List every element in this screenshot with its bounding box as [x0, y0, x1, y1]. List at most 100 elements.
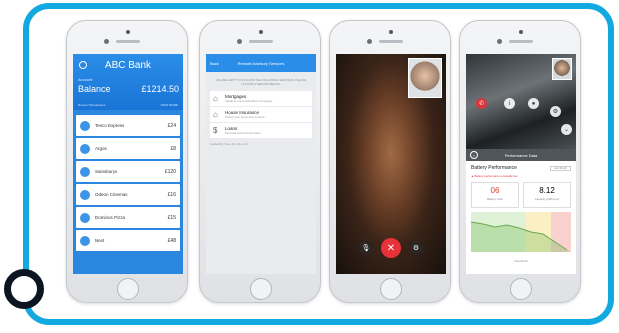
- phone-dot: [237, 39, 242, 44]
- txn-amount: £24: [167, 122, 176, 129]
- tag-icon[interactable]: ●: [528, 98, 539, 109]
- period-select[interactable]: Last Month: [550, 165, 571, 171]
- home-button[interactable]: [250, 278, 272, 300]
- view-more-link[interactable]: VIEW MORE: [160, 103, 178, 107]
- video-feed: 🎙 ✕ ⚙: [336, 54, 446, 274]
- metric-value: 8.12: [539, 186, 555, 195]
- loans-icon: $: [213, 126, 218, 135]
- txn-amount: £16: [167, 191, 176, 198]
- advisory-screen: Back Remote Advisory Services WE ARE HAP…: [206, 54, 316, 274]
- info-icon[interactable]: i: [504, 98, 515, 109]
- list-item[interactable]: Odeon Cinemas £16: [76, 184, 180, 205]
- txn-name: Next: [95, 238, 105, 243]
- bank-title: ABC Bank: [104, 60, 152, 71]
- phone-speaker: [379, 40, 403, 43]
- battery-chart-svg: [470, 212, 571, 252]
- phone-dot: [497, 39, 502, 44]
- txn-name: Dominos Pizza: [95, 215, 126, 220]
- phone-speaker: [509, 40, 533, 43]
- gear-icon[interactable]: ⚙: [409, 241, 423, 255]
- service-loans[interactable]: $ Loans Personal and business loans: [210, 123, 312, 138]
- metric-capacity: 8.12 Capacity (kWhours): [523, 182, 571, 208]
- advisory-header: Back Remote Advisory Services: [206, 54, 316, 72]
- advisory-body: WE ARE HAPPY TO DISCUSS THE FOLLOWING SE…: [206, 72, 316, 274]
- metric-volts: 06 Battery Volts: [471, 182, 519, 208]
- engine-photo: ✆ i ● ⚙ ⌄: [466, 54, 576, 149]
- home-button[interactable]: [380, 278, 402, 300]
- check-icon[interactable]: ✓: [470, 151, 478, 159]
- recent-label: Recent Transactions: [78, 103, 106, 107]
- chart-caption: Past Month: [514, 260, 528, 263]
- transaction-list: Tesco Express £24 Argos £8 Sainsburys £120 …: [73, 110, 183, 274]
- list-item[interactable]: Sainsburys £120: [76, 161, 180, 182]
- avatar: [80, 189, 90, 200]
- battery-card: Battery Performance Last Month ▲ Battery…: [466, 161, 576, 267]
- home-icon: ⌂: [213, 94, 218, 103]
- metric-label: Battery Volts: [487, 197, 503, 201]
- phone-speaker: [249, 40, 273, 43]
- metrics-row: 06 Battery Volts 8.12 Capacity (kWhours): [471, 182, 571, 208]
- txn-name: Sainsburys: [95, 169, 118, 174]
- list-item[interactable]: Next £48: [76, 230, 180, 251]
- phone-speaker: [116, 40, 140, 43]
- list-item[interactable]: Tesco Express £24: [76, 115, 180, 136]
- list-item[interactable]: Dominos Pizza £15: [76, 207, 180, 228]
- video-screen: 🎙 ✕ ⚙: [336, 54, 446, 274]
- txn-amount: £120: [164, 168, 176, 175]
- phone-camera: [259, 30, 263, 34]
- advisory-footer: Availability: 9am–5pm Mon–Fri: [210, 142, 249, 146]
- microphone-icon[interactable]: 🎙: [359, 241, 373, 255]
- metric-value: 06: [490, 186, 500, 195]
- metric-label: Capacity (kWhours): [534, 197, 560, 201]
- phone-performance: ✆ i ● ⚙ ⌄ ✓ Performance Data Battery Per…: [459, 20, 581, 303]
- phone-camera: [389, 30, 393, 34]
- app-showcase: ABC Bank Account Balance £1214.50 Recent…: [0, 0, 619, 333]
- advisory-intro: WE ARE HAPPY TO DISCUSS THE FOLLOWING SE…: [215, 78, 307, 86]
- balance-label: Balance: [78, 84, 111, 94]
- brand-ring-logo: [4, 269, 44, 309]
- warning-message: Battery performance unusually low: [474, 174, 518, 178]
- settings-icon[interactable]: ⚙: [550, 106, 561, 117]
- phone-dot: [104, 39, 109, 44]
- phone-advisory: Back Remote Advisory Services WE ARE HAP…: [199, 20, 321, 303]
- avatar: [80, 166, 90, 177]
- phone-bank: ABC Bank Account Balance £1214.50 Recent…: [66, 20, 188, 303]
- txn-name: Odeon Cinemas: [95, 192, 128, 197]
- service-desc: Personal and business loans: [225, 131, 261, 135]
- phone-icon[interactable]: ✆: [476, 98, 487, 109]
- self-view-thumbnail[interactable]: [408, 58, 442, 98]
- list-item[interactable]: Argos £8: [76, 138, 180, 159]
- avatar: [80, 143, 90, 154]
- phone-camera: [126, 30, 130, 34]
- self-view-thumbnail[interactable]: [552, 58, 572, 80]
- phone-dot: [367, 39, 372, 44]
- home-button[interactable]: [117, 278, 139, 300]
- battery-chart: [470, 212, 571, 260]
- service-desc: Speak to a specialist about mortgages: [225, 99, 273, 103]
- bank-screen: ABC Bank Account Balance £1214.50 Recent…: [73, 54, 183, 274]
- txn-name: Argos: [95, 146, 107, 151]
- phone-video-call: 🎙 ✕ ⚙: [329, 20, 451, 303]
- performance-bar: ✓ Performance Data: [466, 149, 576, 161]
- txn-amount: £8: [170, 145, 176, 152]
- back-button[interactable]: Back: [210, 61, 224, 66]
- performance-bar-title: Performance Data: [504, 152, 538, 158]
- home-button[interactable]: [510, 278, 532, 300]
- bank-subtitle: Account: [78, 77, 93, 82]
- avatar: [80, 212, 90, 223]
- balance-value: £1214.50: [141, 84, 179, 94]
- close-icon[interactable]: ✕: [381, 238, 401, 258]
- txn-amount: £48: [167, 237, 176, 244]
- service-house-insurance[interactable]: ⌂ House Insurance Protect your home and c…: [210, 107, 312, 122]
- house-insurance-icon: ⌂: [213, 110, 218, 119]
- txn-name: Tesco Express: [95, 123, 125, 128]
- page-title: Remote Advisory Services: [237, 60, 285, 66]
- performance-screen: ✆ i ● ⚙ ⌄ ✓ Performance Data Battery Per…: [466, 54, 576, 274]
- service-mortgages[interactable]: ⌂ Mortgages Speak to a specialist about m…: [210, 91, 312, 106]
- card-title: Battery Performance: [471, 165, 517, 171]
- phone-camera: [519, 30, 523, 34]
- chevron-down-icon[interactable]: ⌄: [561, 124, 572, 135]
- avatar: [80, 235, 90, 246]
- avatar: [80, 120, 90, 131]
- bank-header: ABC Bank Account Balance £1214.50 Recent…: [73, 54, 183, 110]
